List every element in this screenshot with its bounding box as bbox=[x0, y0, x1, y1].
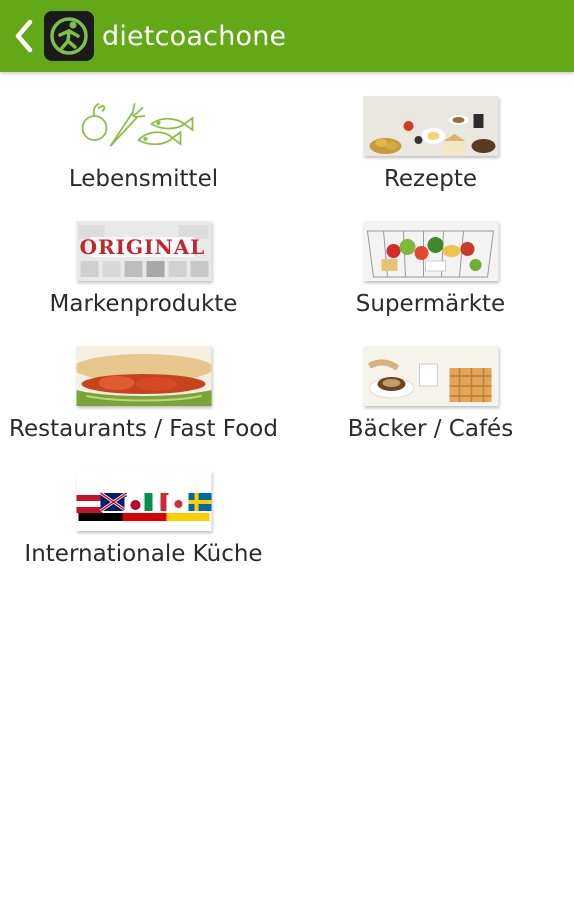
internationale-kueche-label: Internationale Küche bbox=[24, 541, 263, 567]
supermaerkte-thumbnail bbox=[363, 221, 498, 281]
rezepte-label: Rezepte bbox=[383, 166, 478, 192]
category-markenprodukte[interactable]: ORIGINAL Markenprodukte bbox=[0, 197, 287, 322]
category-lebensmittel[interactable]: Lebensmittel bbox=[0, 72, 287, 197]
category-internationale-kueche[interactable]: Internationale Küche bbox=[0, 447, 287, 572]
lebensmittel-thumbnail bbox=[76, 96, 211, 156]
category-supermaerkte[interactable]: Supermärkte bbox=[287, 197, 574, 322]
restaurants-label: Restaurants / Fast Food bbox=[9, 416, 278, 442]
category-restaurants-fast-food[interactable]: Restaurants / Fast Food bbox=[0, 322, 287, 447]
markenprodukte-thumbnail: ORIGINAL bbox=[76, 221, 211, 281]
baecker-label: Bäcker / Cafés bbox=[347, 416, 514, 442]
supermaerkte-label: Supermärkte bbox=[355, 291, 506, 317]
baecker-thumbnail bbox=[363, 346, 498, 406]
markenprodukte-label: Markenprodukte bbox=[49, 291, 238, 317]
internationale-kueche-thumbnail bbox=[76, 471, 211, 531]
app-title: dietcoachone bbox=[102, 20, 287, 52]
rezepte-thumbnail bbox=[363, 96, 498, 156]
action-bar: dietcoachone bbox=[0, 0, 574, 72]
category-rezepte[interactable]: Rezepte bbox=[287, 72, 574, 197]
restaurants-thumbnail bbox=[76, 346, 211, 406]
category-baecker-cafes[interactable]: Bäcker / Cafés bbox=[287, 322, 574, 447]
back-button[interactable] bbox=[6, 0, 42, 72]
lebensmittel-label: Lebensmittel bbox=[68, 166, 219, 192]
chevron-left-icon bbox=[15, 19, 33, 53]
original-stamp-text: ORIGINAL bbox=[79, 235, 205, 259]
app-logo-icon[interactable] bbox=[44, 11, 94, 61]
